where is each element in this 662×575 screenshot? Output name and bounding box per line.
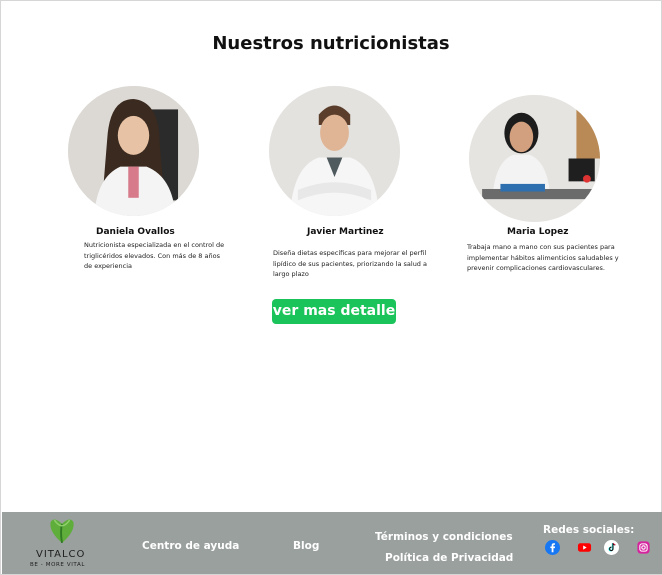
nutritionist-photo-daniela: [68, 86, 199, 216]
help-center-link[interactable]: Centro de ayuda: [142, 540, 239, 552]
view-more-details-button[interactable]: ver mas detalle: [272, 299, 396, 324]
nutritionist-name-maria: Maria Lopez: [507, 227, 569, 237]
nutritionist-name-daniela: Daniela Ovallos: [96, 227, 175, 237]
section-title: Nuestros nutricionistas: [212, 33, 450, 54]
nutritionist-desc-javier: Diseña dietas específicas para mejorar e…: [273, 249, 427, 279]
nutritionist-name-javier: Javier Martinez: [307, 227, 384, 237]
nutritionist-desc-maria: Trabaja mano a mano con sus pacientes pa…: [467, 243, 619, 273]
youtube-icon[interactable]: [577, 540, 592, 555]
vitalco-logo-mark: [50, 519, 74, 544]
brand-name: VITALCO: [36, 549, 86, 560]
social-title: Redes sociales:: [543, 524, 635, 536]
blog-link[interactable]: Blog: [293, 540, 319, 552]
nutritionist-photo-maria: [469, 95, 600, 222]
footer: VITALCO BE - MORE VITAL Centro de ayuda …: [2, 512, 662, 574]
tiktok-icon[interactable]: [604, 540, 619, 555]
nutritionist-desc-daniela: Nutricionista especializada en el contro…: [84, 241, 225, 271]
instagram-icon[interactable]: [637, 541, 650, 554]
facebook-icon[interactable]: [545, 540, 560, 555]
vitalco-logo[interactable]: VITALCO BE - MORE VITAL: [26, 514, 98, 572]
brand-tagline: BE - MORE VITAL: [30, 562, 85, 568]
terms-link[interactable]: Términos y condiciones: [375, 531, 513, 543]
nutritionist-photo-javier: [269, 86, 400, 216]
privacy-link[interactable]: Política de Privacidad: [385, 552, 513, 564]
